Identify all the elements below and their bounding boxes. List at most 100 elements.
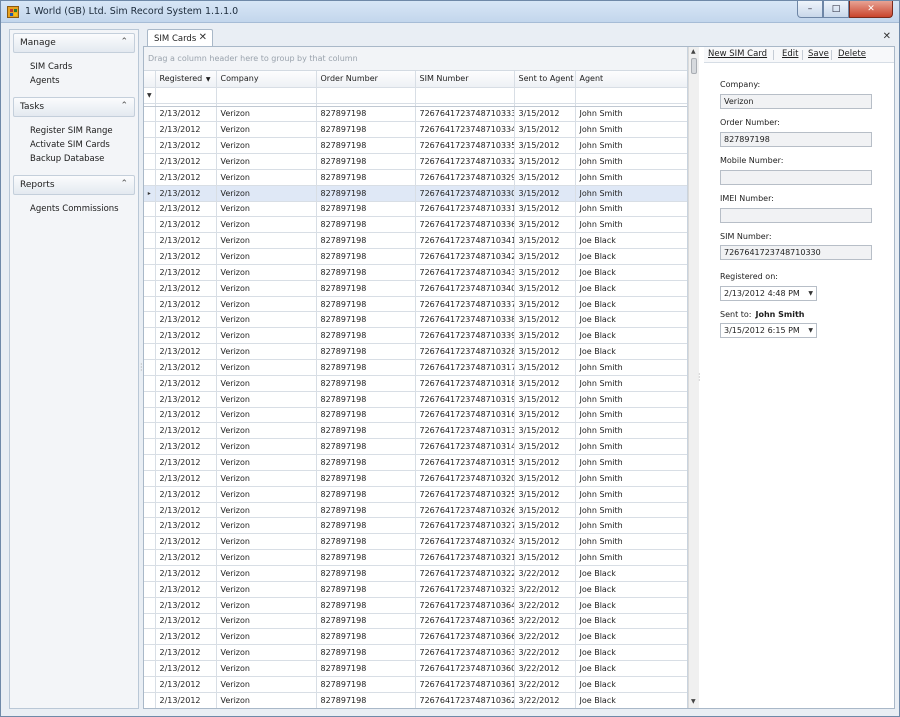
minimize-button[interactable]: – — [797, 1, 823, 18]
chevron-up-icon[interactable]: ⌃ — [120, 37, 128, 47]
cell-order-number[interactable]: 827897198 — [316, 327, 416, 345]
cell-registered[interactable]: 2/13/2012 — [155, 216, 217, 234]
cell-sim-number[interactable]: 7267641723748710333 — [415, 106, 515, 123]
table-row[interactable]: 2/13/2012 Verizon 827897198 726764172374871… — [144, 106, 687, 123]
cell-agent[interactable]: Joe Black — [575, 264, 687, 281]
cell-sim-number[interactable]: 7267641723748710318 — [415, 375, 515, 392]
cell-agent[interactable]: Joe Black — [575, 311, 687, 329]
cell-sent-to-agent[interactable]: 3/15/2012 — [514, 407, 576, 424]
cell-order-number[interactable]: 827897198 — [316, 121, 416, 139]
table-row[interactable]: 2/13/2012 Verizon 827897198 726764172374871… — [144, 422, 687, 440]
cell-agent[interactable]: John Smith — [575, 185, 687, 202]
cell-sim-number[interactable]: 7267641723748710366 — [415, 628, 515, 646]
table-row[interactable]: 2/13/2012 Verizon 827897198 726764172374871… — [144, 502, 687, 519]
cell-agent[interactable]: John Smith — [575, 407, 687, 424]
cell-company[interactable]: Verizon — [216, 660, 317, 677]
cell-sim-number[interactable]: 7267641723748710321 — [415, 549, 515, 566]
cell-agent[interactable]: Joe Black — [575, 232, 687, 250]
row-indicator[interactable] — [144, 327, 156, 345]
cell-sent-to-agent[interactable]: 3/15/2012 — [514, 549, 576, 566]
cell-order-number[interactable]: 827897198 — [316, 517, 416, 535]
row-indicator[interactable] — [144, 201, 156, 218]
row-indicator[interactable] — [144, 375, 156, 392]
cell-company[interactable]: Verizon — [216, 311, 317, 329]
cell-order-number[interactable]: 827897198 — [316, 628, 416, 646]
cell-agent[interactable]: Joe Black — [575, 628, 687, 646]
cell-company[interactable]: Verizon — [216, 153, 317, 170]
cell-sim-number[interactable]: 7267641723748710364 — [415, 597, 515, 614]
cell-registered[interactable]: 2/13/2012 — [155, 280, 217, 297]
cell-sim-number[interactable]: 7267641723748710338 — [415, 311, 515, 329]
cell-registered[interactable]: 2/13/2012 — [155, 153, 217, 170]
table-row[interactable]: 2/13/2012 Verizon 827897198 726764172374871… — [144, 280, 687, 297]
cell-sent-to-agent[interactable]: 3/15/2012 — [514, 121, 576, 139]
cell-agent[interactable]: John Smith — [575, 533, 687, 551]
cell-sent-to-agent[interactable]: 3/15/2012 — [514, 248, 576, 265]
row-indicator[interactable] — [144, 565, 156, 582]
cell-agent[interactable]: John Smith — [575, 137, 687, 155]
table-row[interactable]: 2/13/2012 Verizon 827897198 726764172374871… — [144, 264, 687, 281]
cell-agent[interactable]: John Smith — [575, 169, 687, 186]
row-indicator[interactable] — [144, 153, 156, 170]
cell-order-number[interactable]: 827897198 — [316, 169, 416, 186]
cell-order-number[interactable]: 827897198 — [316, 533, 416, 551]
cell-agent[interactable]: Joe Black — [575, 613, 687, 630]
cell-registered[interactable]: 2/13/2012 — [155, 486, 217, 503]
cell-order-number[interactable]: 827897198 — [316, 375, 416, 392]
cell-sim-number[interactable]: 7267641723748710363 — [415, 644, 515, 662]
cell-agent[interactable]: Joe Black — [575, 597, 687, 614]
row-indicator[interactable] — [144, 311, 156, 329]
filter-icon[interactable]: ▼ — [144, 87, 156, 104]
cell-sim-number[interactable]: 7267641723748710361 — [415, 676, 515, 693]
cell-registered[interactable]: 2/13/2012 — [155, 502, 217, 519]
order-number-field[interactable]: 827897198 — [720, 132, 872, 147]
table-row[interactable]: 2/13/2012 Verizon 827897198 726764172374871… — [144, 216, 687, 234]
row-indicator[interactable] — [144, 549, 156, 566]
cell-registered[interactable]: 2/13/2012 — [155, 296, 217, 313]
edit-button[interactable]: Edit — [782, 49, 798, 59]
cell-company[interactable]: Verizon — [216, 565, 317, 582]
cell-company[interactable]: Verizon — [216, 486, 317, 503]
cell-registered[interactable]: 2/13/2012 — [155, 660, 217, 677]
row-indicator[interactable] — [144, 343, 156, 360]
cell-registered[interactable]: 2/13/2012 — [155, 201, 217, 218]
row-indicator[interactable] — [144, 169, 156, 186]
cell-registered[interactable]: 2/13/2012 — [155, 613, 217, 630]
row-indicator[interactable] — [144, 106, 156, 123]
table-row[interactable]: 2/13/2012 Verizon 827897198 726764172374871… — [144, 676, 687, 693]
cell-sent-to-agent[interactable]: 3/15/2012 — [514, 533, 576, 551]
cell-company[interactable]: Verizon — [216, 169, 317, 186]
cell-agent[interactable]: Joe Black — [575, 644, 687, 662]
cell-registered[interactable]: 2/13/2012 — [155, 375, 217, 392]
cell-company[interactable]: Verizon — [216, 581, 317, 598]
cell-registered[interactable]: 2/13/2012 — [155, 327, 217, 345]
cell-agent[interactable]: John Smith — [575, 438, 687, 456]
cell-agent[interactable]: John Smith — [575, 201, 687, 218]
cell-company[interactable]: Verizon — [216, 597, 317, 614]
cell-agent[interactable]: John Smith — [575, 153, 687, 170]
cell-order-number[interactable]: 827897198 — [316, 486, 416, 503]
cell-registered[interactable]: 2/13/2012 — [155, 644, 217, 662]
cell-sim-number[interactable]: 7267641723748710322 — [415, 565, 515, 582]
cell-agent[interactable]: John Smith — [575, 121, 687, 139]
nav-group-tasks[interactable]: Tasks ⌃ — [13, 97, 135, 117]
row-indicator[interactable] — [144, 597, 156, 614]
table-row[interactable]: 2/13/2012 Verizon 827897198 726764172374871… — [144, 248, 687, 265]
row-indicator[interactable] — [144, 454, 156, 471]
cell-order-number[interactable]: 827897198 — [316, 185, 416, 202]
cell-registered[interactable]: 2/13/2012 — [155, 248, 217, 265]
cell-registered[interactable]: 2/13/2012 — [155, 407, 217, 424]
splitter-grip-icon[interactable]: · · · — [698, 371, 701, 385]
cell-order-number[interactable]: 827897198 — [316, 470, 416, 487]
cell-order-number[interactable]: 827897198 — [316, 692, 416, 708]
row-indicator[interactable] — [144, 422, 156, 440]
table-row[interactable]: 2/13/2012 Verizon 827897198 726764172374871… — [144, 581, 687, 598]
company-field[interactable]: Verizon — [720, 94, 872, 109]
filter-cell-sent-to-agent[interactable] — [514, 87, 576, 104]
cell-registered[interactable]: 2/13/2012 — [155, 311, 217, 329]
filter-cell-order-number[interactable] — [316, 87, 416, 104]
cell-order-number[interactable]: 827897198 — [316, 407, 416, 424]
nav-group-reports[interactable]: Reports ⌃ — [13, 175, 135, 195]
filter-cell-registered[interactable] — [155, 87, 217, 104]
table-row[interactable]: 2/13/2012 Verizon 827897198 726764172374871… — [144, 375, 687, 392]
